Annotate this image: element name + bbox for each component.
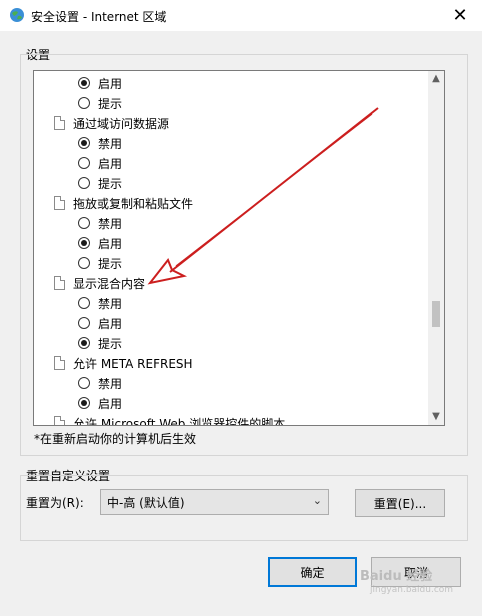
list-option[interactable]: 启用 (78, 153, 122, 173)
scroll-down-icon[interactable]: ▼ (428, 409, 444, 425)
list-item-label: 允许 META REFRESH (73, 356, 193, 371)
radio-button-icon[interactable] (78, 237, 90, 249)
list-item-label: 启用 (98, 76, 123, 91)
list-item-label: 启用 (98, 156, 123, 171)
list-option[interactable]: 启用 (78, 313, 122, 333)
radio-button-icon[interactable] (78, 177, 90, 189)
document-icon (54, 356, 65, 370)
list-category: 拖放或复制和粘贴文件 (54, 193, 193, 213)
close-icon[interactable]: ✕ (438, 0, 482, 31)
radio-button-icon[interactable] (78, 337, 90, 349)
reset-level-select[interactable]: 中-高 (默认值) ⌄ (100, 489, 329, 515)
window-title: 安全设置 - Internet 区域 (31, 10, 167, 24)
chevron-down-icon: ⌄ (312, 494, 322, 507)
restart-note: *在重新启动你的计算机后生效 (34, 432, 197, 446)
radio-button-icon[interactable] (78, 157, 90, 169)
document-icon (54, 116, 65, 130)
list-item-label: 显示混合内容 (73, 276, 146, 291)
watermark-url: jingyan.baidu.com (370, 585, 454, 595)
document-icon (54, 196, 65, 210)
radio-button-icon[interactable] (78, 317, 90, 329)
list-category: 显示混合内容 (54, 273, 145, 293)
list-option[interactable]: 提示 (78, 333, 122, 353)
list-item-label: 禁用 (98, 376, 123, 391)
radio-button-icon[interactable] (78, 377, 90, 389)
list-option[interactable]: 禁用 (78, 213, 122, 233)
document-icon (54, 416, 65, 425)
radio-button-icon[interactable] (78, 257, 90, 269)
list-item-label: 禁用 (98, 296, 123, 311)
list-item-label: 提示 (98, 176, 123, 191)
radio-button-icon[interactable] (78, 77, 90, 89)
list-option[interactable]: 启用 (78, 393, 122, 413)
vertical-scrollbar[interactable]: ▲ ▼ (428, 71, 444, 425)
list-item-label: 禁用 (98, 136, 123, 151)
watermark-logo: Baidu 经验 (360, 569, 433, 584)
radio-button-icon[interactable] (78, 137, 90, 149)
document-icon (54, 276, 65, 290)
globe-icon (10, 8, 24, 22)
reset-to-label: 重置为(R): (26, 496, 84, 510)
scroll-thumb[interactable] (432, 301, 440, 327)
list-option[interactable]: 提示 (78, 253, 122, 273)
list-option[interactable]: 禁用 (78, 373, 122, 393)
scroll-up-icon[interactable]: ▲ (428, 71, 444, 87)
list-option[interactable]: 禁用 (78, 133, 122, 153)
list-item-label: 通过域访问数据源 (73, 116, 170, 131)
list-item-label: 启用 (98, 236, 123, 251)
title-bar: 安全设置 - Internet 区域 ✕ (0, 0, 482, 31)
list-option[interactable]: 提示 (78, 173, 122, 193)
list-item-label: 提示 (98, 336, 123, 351)
list-item-label: 提示 (98, 96, 123, 111)
list-category: 允许 Microsoft Web 浏览器控件的脚本 (54, 413, 285, 425)
list-category: 通过域访问数据源 (54, 113, 169, 133)
list-option[interactable]: 启用 (78, 233, 122, 253)
settings-list[interactable]: 启用 提示 通过域访问数据源 禁用 启用 提示 拖放或复制和粘贴文件 禁用 启用 提示 显示混合内容… (33, 70, 445, 426)
list-option[interactable]: 提示 (78, 93, 122, 113)
list-item-label: 允许 Microsoft Web 浏览器控件的脚本 (73, 416, 286, 426)
list-item-label: 拖放或复制和粘贴文件 (73, 196, 194, 211)
list-option[interactable]: 启用 (78, 73, 122, 93)
radio-button-icon[interactable] (78, 97, 90, 109)
list-option[interactable]: 禁用 (78, 293, 122, 313)
list-item-label: 提示 (98, 256, 123, 271)
settings-list-items: 启用 提示 通过域访问数据源 禁用 启用 提示 拖放或复制和粘贴文件 禁用 启用 提示 显示混合内容… (34, 71, 428, 425)
list-item-label: 禁用 (98, 216, 123, 231)
radio-button-icon[interactable] (78, 217, 90, 229)
list-category: 允许 META REFRESH (54, 353, 193, 373)
reset-button[interactable]: 重置(E)... (355, 489, 445, 517)
ok-button[interactable]: 确定 (268, 557, 357, 587)
list-item-label: 启用 (98, 396, 123, 411)
list-item-label: 启用 (98, 316, 123, 331)
radio-button-icon[interactable] (78, 297, 90, 309)
reset-level-value: 中-高 (默认值) (107, 495, 185, 510)
radio-button-icon[interactable] (78, 397, 90, 409)
